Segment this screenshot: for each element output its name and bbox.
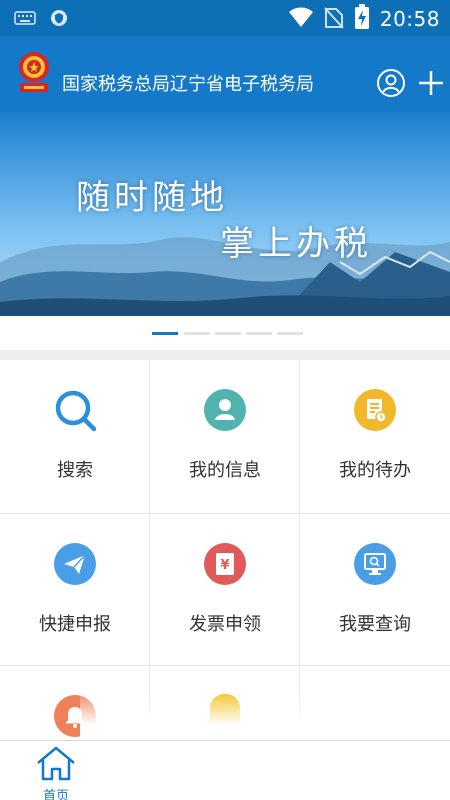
service-label: 我的信息 <box>189 460 261 480</box>
service-label: 我要查询 <box>339 614 411 634</box>
service-quick-declare[interactable]: 快捷申报 <box>0 514 150 666</box>
user-icon <box>377 69 405 97</box>
service-label: 发票申领 <box>189 614 261 634</box>
search-icon <box>54 389 96 431</box>
no-sim-icon <box>324 5 344 33</box>
service-search[interactable]: 搜索 <box>0 360 150 514</box>
page-title: 国家税务总局辽宁省电子税务局 <box>62 74 314 94</box>
pager-dot[interactable] <box>277 332 303 335</box>
status-bar: 20:58 <box>0 0 450 36</box>
service-grid: 搜索 我的信息 我的待办 快捷申报 ¥ 发票申领 我要查询 <box>0 360 450 740</box>
banner-slogan-line2: 掌上办税 <box>220 224 372 264</box>
pager-dot[interactable] <box>184 332 210 335</box>
bottom-nav: 首页 <box>0 740 450 800</box>
tax-emblem-icon <box>16 50 52 96</box>
app-header: 国家税务总局辽宁省电子税务局 <box>0 36 450 112</box>
todo-document-icon <box>354 389 396 431</box>
home-icon <box>37 746 75 781</box>
pager-dot-active[interactable] <box>152 332 178 335</box>
user-button[interactable] <box>376 68 406 98</box>
keyboard-icon <box>14 10 36 30</box>
tab-home[interactable]: 首页 <box>30 745 82 800</box>
banner-pager <box>0 316 450 350</box>
section-divider <box>0 350 450 360</box>
battery-charging-icon <box>354 4 370 34</box>
svg-text:¥: ¥ <box>220 558 229 573</box>
add-button[interactable] <box>416 68 446 98</box>
service-label: 快捷申报 <box>39 614 111 634</box>
tab-home-label: 首页 <box>42 788 69 800</box>
scroll-fade-overlay <box>80 690 450 740</box>
service-query[interactable]: 我要查询 <box>300 514 450 666</box>
invoice-yuan-icon: ¥ <box>204 543 246 585</box>
profile-icon <box>204 389 246 431</box>
banner-slogan-line1: 随时随地 <box>76 178 228 218</box>
service-my-todo[interactable]: 我的待办 <box>300 360 450 514</box>
clock-time: 20:58 <box>379 7 440 31</box>
wifi-icon <box>288 6 314 32</box>
service-my-info[interactable]: 我的信息 <box>150 360 300 514</box>
service-label: 搜索 <box>57 460 93 480</box>
service-invoice-apply[interactable]: ¥ 发票申领 <box>150 514 300 666</box>
vpn-shield-icon <box>50 9 68 31</box>
pager-dot[interactable] <box>246 332 272 335</box>
pager-dot[interactable] <box>215 332 241 335</box>
promo-banner[interactable]: 随时随地 掌上办税 <box>0 112 450 316</box>
query-monitor-icon <box>354 543 396 585</box>
plus-icon <box>419 71 443 95</box>
paper-plane-icon <box>54 543 96 585</box>
service-label: 我的待办 <box>339 460 411 480</box>
